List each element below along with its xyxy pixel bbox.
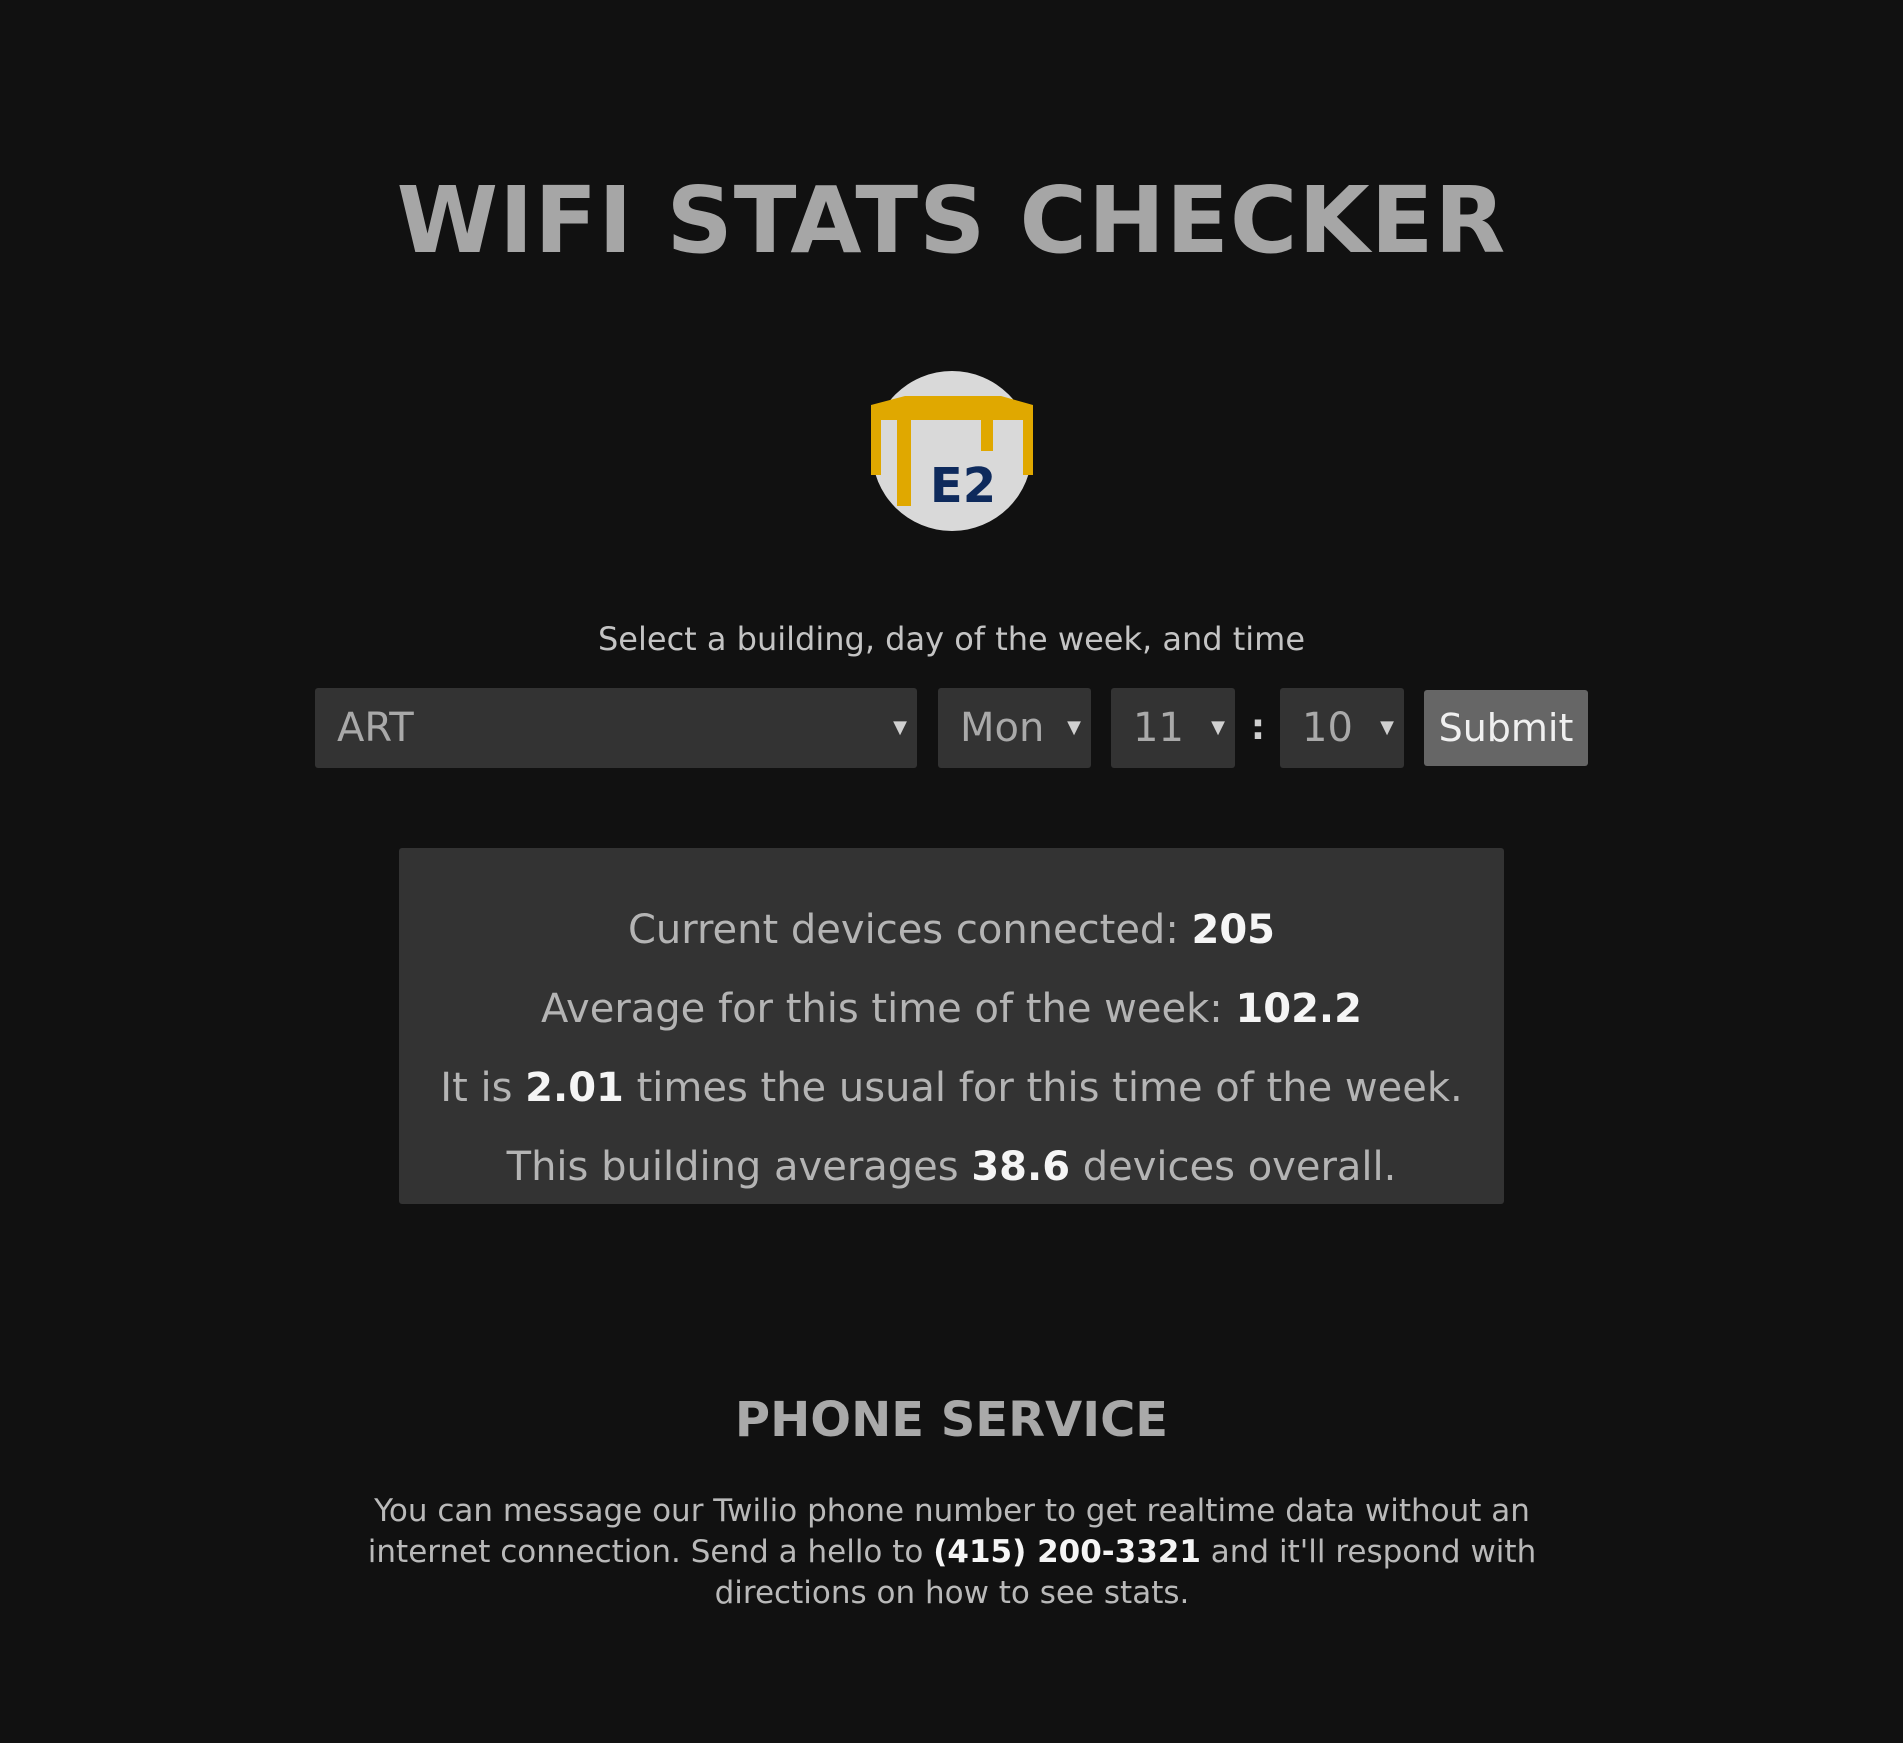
average-time-line: Average for this time of the week: 102.2: [399, 984, 1504, 1034]
minute-select[interactable]: 10 ▼: [1280, 688, 1404, 768]
time-separator: :: [1250, 707, 1266, 748]
minute-select-value: 10: [1302, 705, 1353, 751]
ratio-suffix: times the usual for this time of the wee…: [623, 1065, 1463, 1111]
overall-average-value: 38.6: [971, 1144, 1071, 1190]
page-title: WIFI STATS CHECKER: [396, 167, 1507, 274]
day-select[interactable]: Mon ▼: [938, 688, 1091, 768]
form-prompt: Select a building, day of the week, and …: [597, 620, 1305, 658]
building-select[interactable]: ART ▼: [315, 688, 917, 768]
overall-average-suffix: devices overall.: [1070, 1144, 1397, 1190]
average-time-value: 102.2: [1235, 986, 1362, 1032]
average-time-label: Average for this time of the week:: [541, 986, 1236, 1032]
day-select-value: Mon: [960, 705, 1045, 751]
e2-table-logo-icon: E2: [871, 371, 1033, 531]
overall-average-line: This building averages 38.6 devices over…: [399, 1142, 1504, 1192]
chevron-down-icon: ▼: [1380, 717, 1394, 738]
stats-panel: Current devices connected: 205 Average f…: [399, 848, 1504, 1204]
e2-logo: E2: [871, 370, 1033, 532]
overall-average-prefix: This building averages: [506, 1144, 972, 1190]
submit-button[interactable]: Submit: [1424, 690, 1588, 766]
page: WIFI STATS CHECKER E2 Select a building,…: [0, 0, 1903, 1743]
phone-service-description: You can message our Twilio phone number …: [352, 1491, 1552, 1614]
logo-text: E2: [930, 458, 996, 514]
building-select-value: ART: [337, 705, 414, 751]
phone-number: (415) 200-3321: [933, 1534, 1201, 1570]
phone-service-heading: PHONE SERVICE: [734, 1392, 1169, 1448]
chevron-down-icon: ▼: [893, 717, 907, 738]
current-devices-label: Current devices connected:: [627, 907, 1192, 953]
chevron-down-icon: ▼: [1211, 717, 1225, 738]
ratio-value: 2.01: [525, 1065, 624, 1111]
current-devices-line: Current devices connected: 205: [399, 905, 1504, 955]
hour-select[interactable]: 11 ▼: [1111, 688, 1235, 768]
current-devices-value: 205: [1191, 907, 1276, 953]
hour-select-value: 11: [1133, 705, 1184, 751]
ratio-prefix: It is: [440, 1065, 526, 1111]
chevron-down-icon: ▼: [1067, 717, 1081, 738]
ratio-line: It is 2.01 times the usual for this time…: [399, 1063, 1504, 1113]
